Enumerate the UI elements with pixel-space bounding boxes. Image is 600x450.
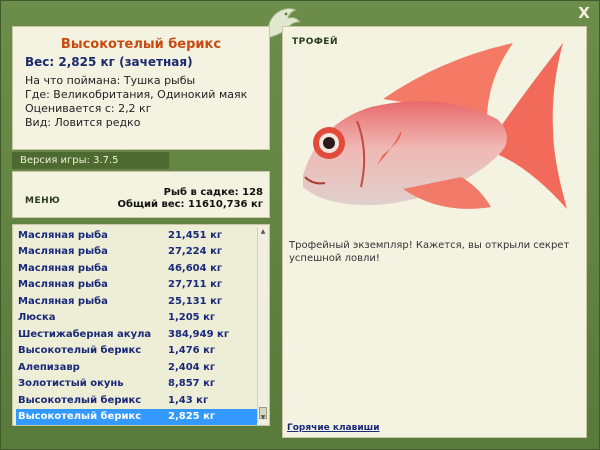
catch-name: Люска xyxy=(18,312,56,324)
catch-weight: 21,451 кг xyxy=(168,229,223,241)
catch-row[interactable]: Высокотелый берикс 1,43 кг xyxy=(16,392,257,409)
trophy-message: Трофейный экземпляр! Кажется, вы открыли… xyxy=(289,240,570,264)
catch-name: Масляная рыба xyxy=(18,279,108,291)
cage-stats: Рыб в садке: 128 Общий вес: 11610,736 кг xyxy=(117,187,263,211)
trophy-panel: ТРОФЕЙ Трофейный экземпляр! Кажется, вы … xyxy=(282,26,587,438)
catch-weight: 27,711 кг xyxy=(168,279,223,291)
catch-row[interactable]: Алепизавр 2,404 кг xyxy=(16,359,257,376)
catch-row-selected[interactable]: Высокотелый берикс 2,825 кг xyxy=(16,408,257,425)
catch-name: Масляная рыба xyxy=(18,229,108,241)
catch-weight: 384,949 кг xyxy=(168,328,230,340)
fish-rarity: Вид: Ловится редко xyxy=(25,116,141,129)
catch-row[interactable]: Масляная рыба 25,131 кг xyxy=(16,293,257,310)
fish-count: Рыб в садке: 128 xyxy=(163,187,263,198)
catch-row[interactable]: Масляная рыба 46,604 кг xyxy=(16,260,257,277)
catch-name: Масляная рыба xyxy=(18,246,108,258)
catch-row[interactable]: Люска 1,205 кг xyxy=(16,310,257,327)
catch-row[interactable]: Высокотелый берикс 1,476 кг xyxy=(16,343,257,360)
catch-name: Шестижаберная акула xyxy=(18,328,152,340)
fish-bait: На что поймана: Тушка рыбы xyxy=(25,74,196,87)
catch-weight: 27,224 кг xyxy=(168,246,223,258)
catch-weight: 2,825 кг xyxy=(168,411,216,423)
hotkeys-link[interactable]: Горячие клавиши xyxy=(287,423,380,433)
catch-list-box: Масляная рыба 21,451 кг Масляная рыба 27,22… xyxy=(12,224,270,426)
catch-name: Масляная рыба xyxy=(18,295,108,307)
catch-row[interactable]: Золотистый окунь 8,857 кг xyxy=(16,376,257,393)
fish-value: Оценивается с: 2,2 кг xyxy=(25,102,152,115)
fish-name: Высокотелый берикс xyxy=(60,37,222,52)
catch-list: Масляная рыба 21,451 кг Масляная рыба 27,22… xyxy=(16,227,257,425)
catch-weight: 1,43 кг xyxy=(168,394,209,406)
catch-weight: 1,205 кг xyxy=(168,312,216,324)
fish-weight: Вес: 2,825 кг (зачетная) xyxy=(25,55,193,69)
trophy-title: ТРОФЕЙ xyxy=(292,37,338,47)
catch-weight: 25,131 кг xyxy=(168,295,223,307)
fish-image xyxy=(303,43,567,209)
fish-location: Где: Великобритания, Одинокий маяк xyxy=(25,88,248,101)
list-scrollbar[interactable]: ▲ ▼ xyxy=(257,227,267,423)
fish-info-panel: Высокотелый берикс Вес: 2,825 кг (зачетн… xyxy=(12,26,270,150)
catch-name: Высокотелый берикс xyxy=(18,411,142,423)
catch-name: Высокотелый берикс xyxy=(18,345,142,357)
catch-row[interactable]: Масляная рыба 27,711 кг xyxy=(16,277,257,294)
catch-weight: 1,476 кг xyxy=(168,345,216,357)
catch-name: Высокотелый берикс xyxy=(18,394,142,406)
menu-button[interactable]: МЕНЮ xyxy=(25,196,60,206)
scroll-up-icon[interactable]: ▲ xyxy=(259,229,267,235)
catch-row[interactable]: Масляная рыба 21,451 кг xyxy=(16,227,257,244)
catch-row[interactable]: Масляная рыба 27,224 кг xyxy=(16,244,257,261)
total-weight: Общий вес: 11610,736 кг xyxy=(117,199,263,210)
close-icon[interactable]: X xyxy=(576,5,592,21)
catch-weight: 2,404 кг xyxy=(168,361,216,373)
catch-weight: 46,604 кг xyxy=(168,262,223,274)
catch-name: Золотистый окунь xyxy=(18,378,124,390)
catch-row[interactable]: Шестижаберная акула 384,949 кг xyxy=(16,326,257,343)
version-label: Версия игры: 3.7.5 xyxy=(12,152,169,169)
catch-name: Алепизавр xyxy=(18,361,80,373)
catch-name: Масляная рыба xyxy=(18,262,108,274)
stats-area: МЕНЮ Рыб в садке: 128 Общий вес: 11610,7… xyxy=(12,171,270,218)
catch-weight: 8,857 кг xyxy=(168,378,216,390)
scroll-down-icon[interactable]: ▼ xyxy=(259,415,267,421)
